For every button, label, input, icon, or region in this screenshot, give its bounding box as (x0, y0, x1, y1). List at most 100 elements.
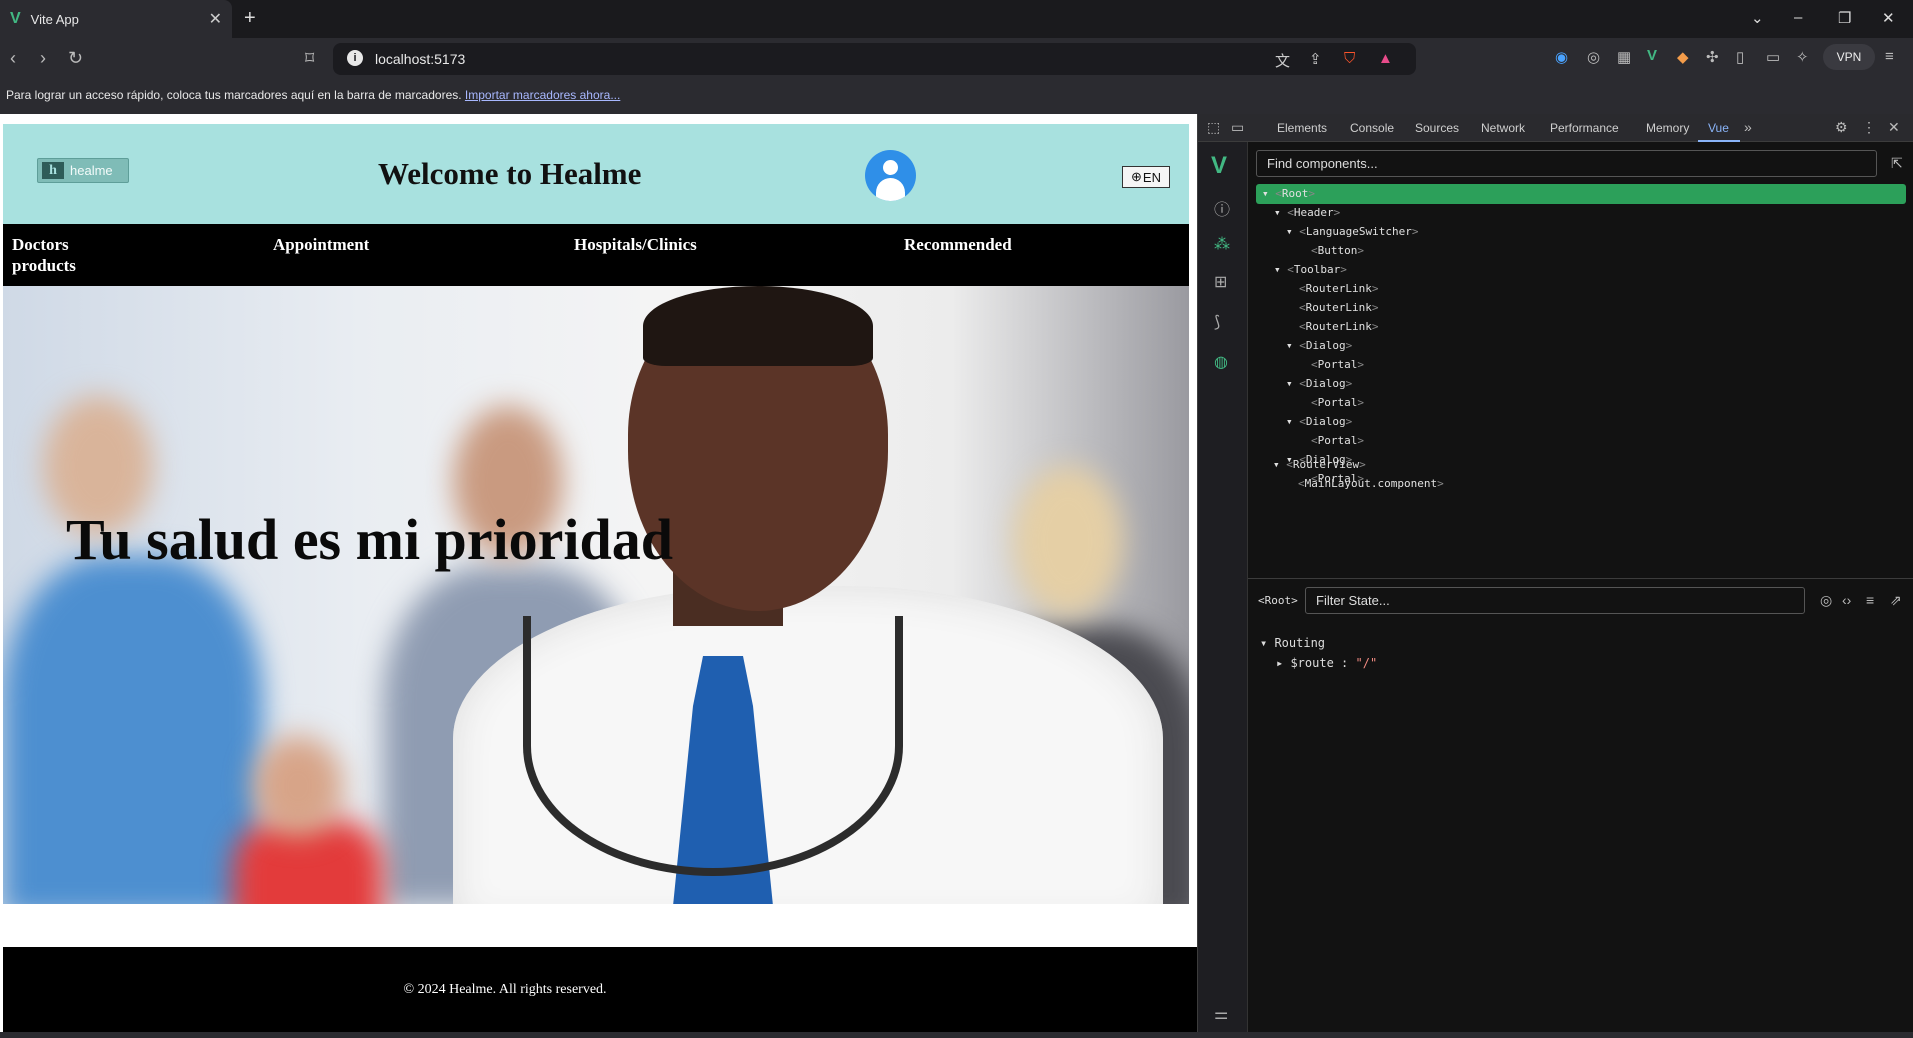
inspect-icon[interactable]: ⬚ (1207, 119, 1220, 136)
tree-node-dialog[interactable]: ▾ <Dialog> (1286, 412, 1352, 431)
tree-node-toolbar[interactable]: ▾ <Toolbar> (1274, 260, 1347, 279)
tree-node-dialog[interactable]: ▾ <Dialog> (1286, 336, 1352, 355)
inspect-dom-icon[interactable]: ≡ (1866, 592, 1874, 608)
back-icon[interactable]: ‹ (10, 48, 16, 69)
site-header: h healme Welcome to Healme ⊕ EN (3, 124, 1189, 224)
nav-appointment[interactable]: Appointment (273, 234, 369, 255)
new-tab-button[interactable]: + (244, 7, 256, 30)
tree-node-portal[interactable]: <Portal> (1311, 355, 1364, 374)
kebab-menu-icon[interactable]: ⋮ (1862, 119, 1876, 136)
wallet-icon[interactable]: ▭ (1766, 48, 1780, 66)
tree-node-mainlayout[interactable]: <MainLayout.component> (1298, 474, 1444, 493)
more-tabs-icon[interactable]: » (1744, 119, 1752, 135)
import-bookmarks-link[interactable]: Importar marcadores ahora... (465, 88, 620, 102)
sidebar-icon[interactable]: ▯ (1736, 48, 1744, 66)
state-toolbar: <Root> Filter State... ◎ ‹› ≡ ⇗ (1248, 584, 1913, 620)
tab-search-icon[interactable]: ⌄ (1751, 9, 1764, 27)
site-footer: © 2024 Healme. All rights reserved. (3, 947, 1197, 1032)
devtools-tab-network[interactable]: Network (1481, 121, 1525, 135)
bookmarks-bar: Para lograr un acceso rápido, coloca tus… (0, 80, 1913, 114)
state-inspector: ▾ Routing ▸ $route : "/" (1260, 636, 1377, 670)
close-devtools-icon[interactable]: ✕ (1888, 119, 1900, 136)
devtools-tab-vue[interactable]: Vue (1708, 121, 1729, 135)
brave-shield-icon[interactable]: ⛉ (1344, 50, 1355, 67)
settings-gear-icon[interactable]: ⚙ (1835, 119, 1848, 136)
tree-node-root[interactable]: ▾ <Root> (1262, 184, 1315, 203)
globe-icon: ⊕ (1131, 169, 1142, 184)
url-text: localhost:5173 (375, 51, 466, 67)
devtools-tab-memory[interactable]: Memory (1646, 121, 1689, 135)
language-label: EN (1142, 169, 1161, 185)
devtools-tab-elements[interactable]: Elements (1277, 121, 1327, 135)
tab-title: Vite App (30, 11, 79, 27)
filter-state-input[interactable]: Filter State... (1305, 587, 1805, 614)
menu-icon[interactable]: ≡ (1885, 48, 1894, 65)
extension-generic-icon[interactable]: ◎ (1587, 48, 1600, 66)
stethoscope (523, 616, 903, 876)
tree-node-dialog[interactable]: ▾ <Dialog> (1286, 374, 1352, 393)
healme-logo[interactable]: h healme (37, 158, 129, 183)
state-row-route[interactable]: ▸ $route : "/" (1260, 656, 1377, 670)
device-toggle-icon[interactable]: ▭ (1231, 119, 1244, 136)
tree-node-portal[interactable]: <Portal> (1311, 393, 1364, 412)
state-section-routing[interactable]: ▾ Routing (1260, 636, 1377, 650)
components-icon[interactable]: ⁂ (1214, 234, 1230, 254)
pinia-icon[interactable]: ◍ (1214, 352, 1228, 372)
tree-node-routerlink[interactable]: <RouterLink> (1299, 279, 1378, 298)
find-components-input[interactable]: Find components... (1256, 150, 1877, 177)
bookmarks-hint: Para lograr un acceso rápido, coloca tus… (6, 88, 462, 102)
select-component-icon[interactable]: ⇱ (1891, 155, 1903, 172)
site-title: Welcome to Healme (378, 156, 642, 191)
restore-button[interactable]: ❐ (1838, 9, 1851, 27)
extension-orange-icon[interactable]: ◆ (1677, 48, 1689, 66)
view-source-icon[interactable]: ‹› (1842, 592, 1851, 608)
address-bar[interactable]: i localhost:5173 文 ⇪ ⛉ ▲ (333, 43, 1416, 75)
bookmark-icon[interactable]: ⌑ (305, 48, 314, 69)
minimize-button[interactable]: – (1794, 9, 1802, 26)
site-info-icon[interactable]: i (347, 50, 363, 66)
devtools-panel: ⬚ ▭ Elements Console Sources Network Per… (1197, 114, 1913, 1032)
settings-sliders-icon[interactable]: ⚌ (1214, 1004, 1228, 1024)
tree-node-button[interactable]: <Button> (1311, 241, 1364, 260)
vue-sidebar: V ⓘ ⁂ ⊞ ⟆ ◍ ⚌ (1198, 142, 1248, 1032)
vue-devtools-ext-icon[interactable]: V (1647, 47, 1657, 64)
router-icon[interactable]: ⟆ (1214, 312, 1220, 332)
nav-hospitals-clinics[interactable]: Hospitals/Clinics (574, 234, 697, 255)
tree-node-languageswitcher[interactable]: ▾ <LanguageSwitcher> (1286, 222, 1418, 241)
tree-node-routerlink[interactable]: <RouterLink> (1299, 317, 1378, 336)
devtools-tab-sources[interactable]: Sources (1415, 121, 1459, 135)
scroll-to-component-icon[interactable]: ◎ (1820, 592, 1832, 609)
translate-icon[interactable]: 文 (1275, 50, 1290, 71)
extension-audio-icon[interactable]: ◉ (1555, 48, 1568, 66)
component-tree-tail: ▾ <RouterView> <MainLayout.component> (1255, 455, 1905, 495)
tree-icon[interactable]: ⊞ (1214, 272, 1227, 292)
devtools-tab-console[interactable]: Console (1350, 121, 1394, 135)
close-window-button[interactable]: ✕ (1882, 9, 1895, 27)
vpn-button[interactable]: VPN (1823, 44, 1875, 70)
component-tree: ▾ <Root> ▾ <Header> ▾ <LanguageSwitcher>… (1256, 184, 1906, 484)
open-in-editor-icon[interactable]: ⇗ (1890, 592, 1902, 609)
tree-node-routerview[interactable]: ▾ <RouterView> (1273, 455, 1366, 474)
hero-image: Tu salud es mi prioridad (3, 286, 1189, 904)
user-avatar-icon[interactable] (865, 150, 916, 201)
vue-logo-icon: V (10, 10, 21, 27)
brave-rewards-icon[interactable]: ▲ (1378, 50, 1393, 67)
devtools-tab-performance[interactable]: Performance (1550, 121, 1619, 135)
share-icon[interactable]: ⇪ (1309, 50, 1322, 68)
extensions-puzzle-icon[interactable]: ✣ (1706, 48, 1719, 66)
browser-tab[interactable]: V Vite App ✕ (0, 0, 232, 38)
close-tab-icon[interactable]: ✕ (209, 9, 222, 29)
window-bottom-edge (0, 1032, 1913, 1038)
tree-node-portal[interactable]: <Portal> (1311, 431, 1364, 450)
nav-recommended[interactable]: Recommended (904, 234, 1012, 255)
forward-icon[interactable]: › (40, 48, 46, 69)
tree-node-routerlink[interactable]: <RouterLink> (1299, 298, 1378, 317)
nav-doctors-products[interactable]: Doctors products (12, 234, 92, 276)
vue-components-panel: Find components... ⇱ ▾ <Root> ▾ <Header>… (1248, 142, 1913, 1032)
language-button[interactable]: ⊕ EN (1122, 166, 1170, 188)
reload-icon[interactable]: ↻ (68, 48, 83, 69)
ai-icon[interactable]: ✧ (1796, 48, 1809, 66)
extension-grid-icon[interactable]: ▦ (1617, 48, 1631, 66)
info-icon[interactable]: ⓘ (1214, 196, 1230, 220)
tree-node-header[interactable]: ▾ <Header> (1274, 203, 1340, 222)
